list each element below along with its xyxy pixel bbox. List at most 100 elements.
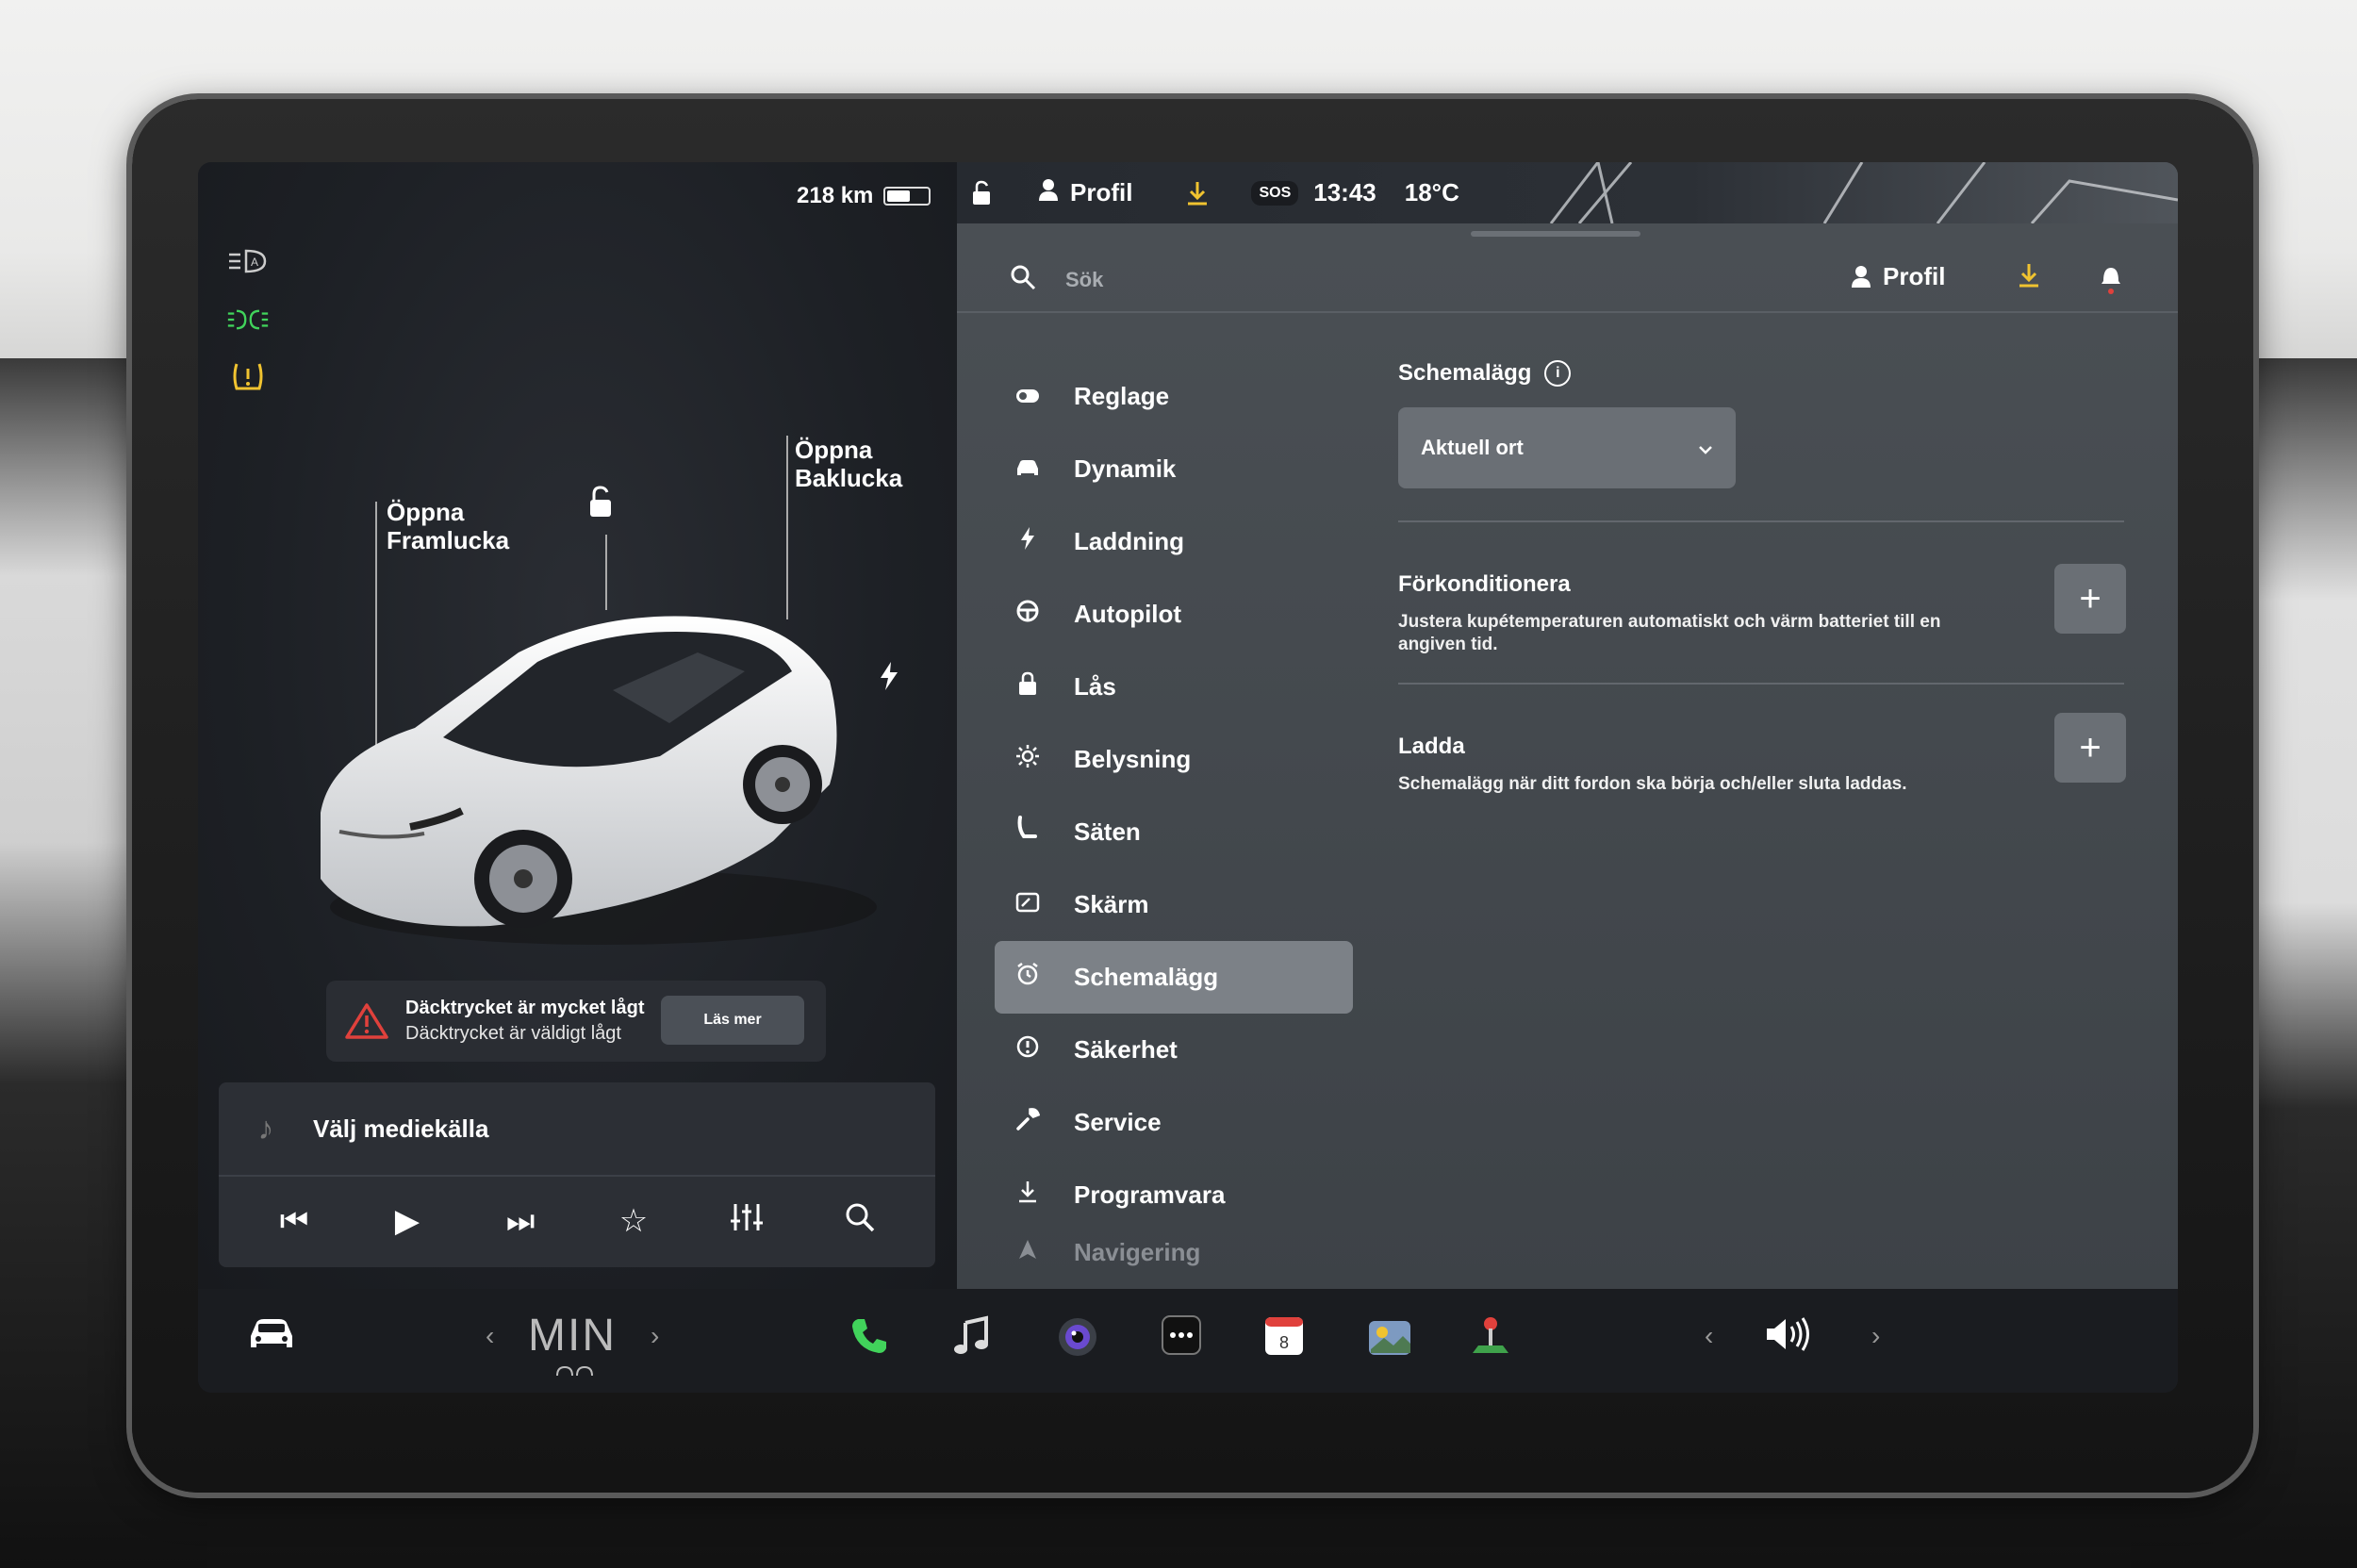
bell-icon[interactable] (2100, 262, 2122, 301)
next-icon[interactable]: ⏭ (492, 1203, 549, 1240)
alert-subtitle: Däcktrycket är väldigt lågt (405, 1023, 621, 1044)
volume-increase-icon[interactable]: › (1871, 1321, 1880, 1351)
rear-trunk-label[interactable]: Öppna Baklucka (795, 436, 902, 492)
alarm-clock-icon (1014, 962, 1042, 993)
rear-trunk-leader (786, 436, 788, 619)
media-player: ♪ Välj mediekälla ⏮ ▶ ⏭ ☆ (219, 1082, 935, 1267)
climate-temperature[interactable]: MIN (528, 1310, 617, 1362)
arcade-joystick-icon[interactable] (1469, 1315, 1512, 1368)
sidebar-item-display[interactable]: Skärm (995, 868, 1353, 941)
precondition-section: Förkonditionera Justera kupétemperaturen… (1398, 522, 2126, 656)
calendar-icon[interactable]: 8 (1263, 1315, 1305, 1366)
outside-temperature: 18°C (1404, 178, 1459, 206)
sidebar-item-download[interactable]: Programvara (995, 1159, 1353, 1231)
charge-section: Ladda Schemalägg när ditt fordon ska bör… (1398, 685, 2126, 796)
phone-icon[interactable] (849, 1315, 890, 1366)
tire-pressure-alert: Däcktrycket är mycket lågt Däcktrycket ä… (326, 981, 826, 1062)
read-more-button[interactable]: Läs mer (661, 996, 804, 1045)
car-icon[interactable] (245, 1315, 298, 1362)
car-icon (1014, 454, 1042, 484)
sidebar-item-lightning[interactable]: Laddning (995, 505, 1353, 578)
sidebar-item-lock[interactable]: Lås (995, 651, 1353, 723)
sidebar-item-navigation[interactable]: Navigering (995, 1231, 1353, 1273)
temp-decrease-icon[interactable]: ‹ (486, 1321, 494, 1351)
schedule-title: Schemalägg i (1398, 360, 2124, 387)
sidebar-item-alert-circle[interactable]: Säkerhet (995, 1014, 1353, 1086)
front-trunk-label[interactable]: Öppna Framlucka (387, 498, 509, 554)
sidebar-item-seat[interactable]: Säten (995, 796, 1353, 868)
sidebar-item-label: Navigering (1074, 1237, 1201, 1266)
download-icon (1014, 1180, 1042, 1211)
search-input[interactable]: Sök (1065, 268, 1103, 292)
sun-icon (1014, 744, 1042, 775)
calendar-day: 8 (1279, 1333, 1289, 1352)
temp-increase-icon[interactable]: › (651, 1321, 659, 1351)
battery-icon (883, 187, 931, 206)
sidebar-item-wrench[interactable]: Service (995, 1086, 1353, 1159)
vehicle-pane: 218 km A Öppna Framlucka Öppna Baklucka (198, 162, 957, 1289)
unlock-icon[interactable] (585, 485, 617, 525)
user-icon (1038, 178, 1059, 207)
lightning-icon (1014, 526, 1042, 557)
equalizer-icon[interactable] (718, 1202, 775, 1241)
media-source-label: Välj mediekälla (313, 1114, 489, 1143)
fan-icon (554, 1364, 596, 1384)
sidebar-item-label: Schemalägg (1074, 963, 1219, 991)
toggle-icon (1014, 382, 1042, 411)
software-download-icon[interactable] (1185, 180, 1210, 206)
more-apps-icon[interactable] (1162, 1315, 1201, 1364)
profile-button[interactable]: Profil (1851, 262, 1945, 291)
search-icon[interactable] (1010, 264, 1036, 297)
sidebar-item-steering-wheel[interactable]: Autopilot (995, 578, 1353, 651)
download-icon[interactable] (2017, 262, 2041, 295)
svg-text:A: A (251, 256, 258, 269)
parking-lights-icon (226, 301, 270, 338)
sidebar-item-alarm-clock[interactable]: Schemalägg (995, 941, 1353, 1014)
media-source-selector[interactable]: ♪ Välj mediekälla (219, 1082, 935, 1177)
settings-header: Sök Profil LTE (957, 247, 2178, 313)
sidebar-item-label: Dynamik (1074, 454, 1177, 483)
sidebar-item-car[interactable]: Dynamik (995, 433, 1353, 505)
tire-pressure-warning-icon (226, 357, 270, 395)
auto-headlights-icon[interactable]: A (226, 242, 270, 280)
favorite-icon[interactable]: ☆ (605, 1202, 662, 1240)
sidebar-item-label: Belysning (1074, 745, 1192, 773)
sidebar-item-label: Säkerhet (1074, 1035, 1178, 1064)
warning-triangle-icon (345, 1003, 388, 1039)
lock-icon (1014, 671, 1042, 702)
sidebar-item-toggle[interactable]: Reglage (995, 360, 1353, 433)
volume-icon[interactable] (1763, 1315, 1816, 1362)
profile-label: Profil (1070, 178, 1133, 206)
previous-icon[interactable]: ⏮ (266, 1203, 322, 1240)
music-icon[interactable] (952, 1315, 990, 1366)
alert-title: Däcktrycket är mycket lågt (405, 998, 645, 1018)
lock-status-icon[interactable] (970, 180, 995, 206)
location-dropdown[interactable]: Aktuell ort (1398, 407, 1736, 488)
sos-button[interactable]: SOS (1251, 180, 1299, 206)
add-charge-schedule-button[interactable]: + (2054, 713, 2126, 783)
charge-title: Ladda (1398, 734, 1465, 759)
volume-decrease-icon[interactable]: ‹ (1705, 1321, 1713, 1351)
drawer-handle[interactable] (1471, 231, 1640, 237)
profile-status[interactable]: Profil (1038, 178, 1132, 207)
navigation-icon (1014, 1238, 1042, 1267)
sidebar-item-label: Lås (1074, 672, 1116, 701)
chevron-down-icon (1698, 436, 1713, 460)
sidebar-item-label: Autopilot (1074, 600, 1182, 628)
precondition-title: Förkonditionera (1398, 571, 1571, 597)
info-icon[interactable]: i (1544, 360, 1572, 387)
sidebar-item-label: Laddning (1074, 527, 1184, 555)
bottom-dock: ‹ MIN › 8 ‹ › (198, 1289, 2178, 1393)
add-precondition-button[interactable]: + (2054, 564, 2126, 634)
steering-wheel-icon (1014, 599, 1042, 630)
seat-icon (1014, 816, 1042, 849)
status-bar: Profil SOS 13:43 18°C (957, 162, 2178, 223)
toybox-icon[interactable] (1367, 1315, 1412, 1366)
location-dropdown-value: Aktuell ort (1421, 436, 1524, 459)
sidebar-item-sun[interactable]: Belysning (995, 723, 1353, 796)
play-icon[interactable]: ▶ (379, 1202, 436, 1240)
map-preview[interactable] (1541, 162, 2178, 223)
media-search-icon[interactable] (832, 1202, 888, 1241)
camera-icon[interactable] (1056, 1315, 1099, 1368)
touchscreen: 218 km A Öppna Framlucka Öppna Baklucka (198, 162, 2178, 1393)
